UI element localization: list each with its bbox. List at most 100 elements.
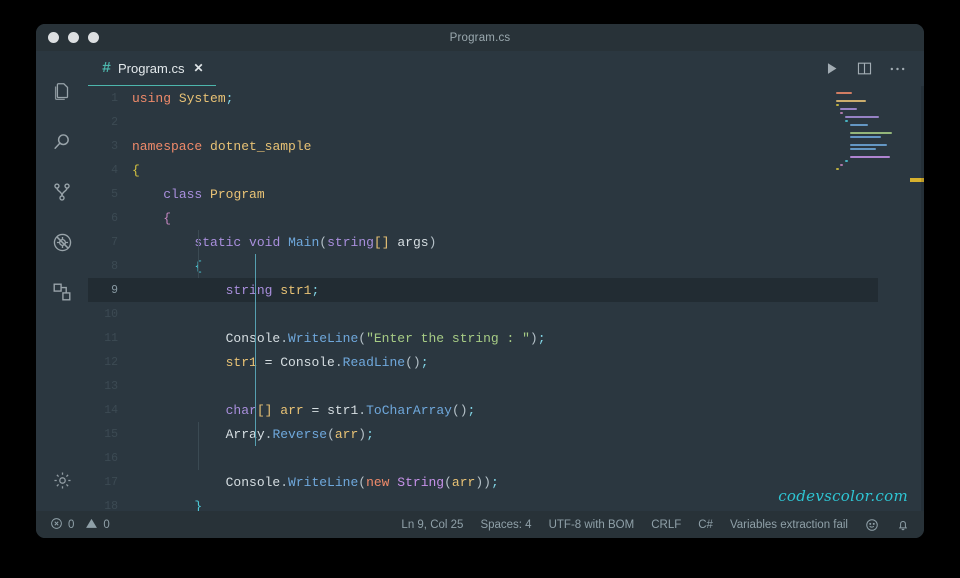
status-encoding[interactable]: UTF-8 with BOM [549, 519, 635, 531]
line-content: class Program [132, 187, 265, 202]
line-content: Array.Reverse(arr); [132, 427, 374, 442]
line-number: 9 [88, 284, 132, 297]
code-line[interactable]: 5 class Program [88, 182, 878, 206]
line-number: 14 [88, 404, 132, 417]
code-token: ; [366, 427, 374, 442]
line-content: static void Main(string[] args) [132, 235, 436, 250]
more-actions-button[interactable] [889, 65, 906, 73]
code-token: args [397, 235, 428, 250]
code-line[interactable]: 16 [88, 446, 878, 470]
code-token: Array [226, 427, 265, 442]
line-number: 11 [88, 332, 132, 345]
code-line[interactable]: 12 str1 = Console.ReadLine(); [88, 350, 878, 374]
code-token: ( [444, 475, 452, 490]
manage-settings-button[interactable] [36, 455, 88, 505]
line-number: 18 [88, 500, 132, 512]
code-lines[interactable]: 1using System; 2 3namespace dotnet_sample4… [88, 86, 878, 511]
code-token: str1 [226, 355, 257, 370]
status-problems[interactable]: 0 0 [50, 517, 110, 533]
code-line[interactable]: 10 [88, 302, 878, 326]
indent-guide [198, 422, 199, 470]
window-title-bar: Program.cs [36, 24, 924, 51]
line-content: { [132, 259, 202, 274]
code-token: () [452, 403, 468, 418]
watermark: codevscolor.com [778, 487, 908, 505]
code-line[interactable]: 6 { [88, 206, 878, 230]
code-line[interactable]: 2 [88, 110, 878, 134]
code-line[interactable]: 7 static void Main(string[] args) [88, 230, 878, 254]
line-number: 2 [88, 116, 132, 129]
sidebar-item-search[interactable] [36, 117, 88, 167]
code-line[interactable]: 8 { [88, 254, 878, 278]
code-editor[interactable]: 1using System; 2 3namespace dotnet_sample4… [88, 86, 924, 511]
sidebar-item-extensions[interactable] [36, 267, 88, 317]
line-number: 5 [88, 188, 132, 201]
code-line[interactable]: 13 [88, 374, 878, 398]
minimize-window-button[interactable] [68, 32, 79, 43]
source-control-branch-icon [51, 181, 73, 203]
code-line[interactable]: 17 Console.WriteLine(new String(arr)); [88, 470, 878, 494]
code-token [132, 499, 194, 512]
code-token: ) [358, 427, 366, 442]
code-token [132, 283, 226, 298]
code-token: "Enter the string : " [366, 331, 530, 346]
status-line-endings[interactable]: CRLF [651, 519, 681, 531]
code-line[interactable]: 15 Array.Reverse(arr); [88, 422, 878, 446]
code-token: Console [226, 475, 281, 490]
maximize-window-button[interactable] [88, 32, 99, 43]
status-language-mode[interactable]: C# [698, 519, 713, 531]
code-line[interactable]: 3namespace dotnet_sample [88, 134, 878, 158]
editor-scrollbar[interactable] [921, 86, 924, 511]
active-indent-guide [255, 278, 256, 422]
extensions-icon [51, 281, 73, 303]
code-token: str1 [327, 403, 358, 418]
status-cursor-position[interactable]: Ln 9, Col 25 [401, 519, 463, 531]
error-count: 0 [68, 519, 74, 531]
split-editor-button[interactable] [856, 60, 873, 77]
code-token: char [226, 403, 257, 418]
sidebar-item-explorer[interactable] [36, 67, 88, 117]
code-token: [] [374, 235, 390, 250]
status-notice[interactable]: Variables extraction fail [730, 519, 848, 531]
code-token: string [226, 283, 273, 298]
code-token: . [280, 475, 288, 490]
bell-icon[interactable] [896, 518, 910, 532]
activity-bar [36, 51, 88, 511]
line-number: 7 [88, 236, 132, 249]
close-window-button[interactable] [48, 32, 59, 43]
code-token: ( [319, 235, 327, 250]
line-number: 12 [88, 356, 132, 369]
sidebar-item-run-and-debug[interactable] [36, 217, 88, 267]
code-token: Console [280, 355, 335, 370]
code-token: string [327, 235, 374, 250]
code-token: class [163, 187, 202, 202]
code-line[interactable]: 1using System; [88, 86, 878, 110]
close-icon[interactable]: ✕ [193, 62, 203, 74]
tab-program-cs[interactable]: # Program.cs ✕ [88, 51, 216, 86]
code-token: ToCharArray [366, 403, 452, 418]
code-token: ; [421, 355, 429, 370]
code-line[interactable]: 9 string str1; [88, 278, 878, 302]
code-token [132, 211, 163, 226]
gear-icon [52, 470, 73, 491]
code-line[interactable]: 18 } [88, 494, 878, 511]
vscode-window: Program.cs [36, 24, 924, 538]
line-content: } [132, 499, 202, 512]
status-indentation[interactable]: Spaces: 4 [480, 519, 531, 531]
code-line[interactable]: 11 Console.WriteLine("Enter the string :… [88, 326, 878, 350]
line-content: str1 = Console.ReadLine(); [132, 355, 429, 370]
code-token: [] [257, 403, 273, 418]
code-line[interactable]: 14 char[] arr = str1.ToCharArray(); [88, 398, 878, 422]
code-token: () [405, 355, 421, 370]
line-content: { [132, 211, 171, 226]
code-token: str1 [280, 283, 311, 298]
code-token: ; [538, 331, 546, 346]
code-token: ( [358, 331, 366, 346]
code-line[interactable]: 4{ [88, 158, 878, 182]
line-number: 1 [88, 92, 132, 105]
run-code-button[interactable] [823, 60, 840, 77]
code-token [202, 187, 210, 202]
feedback-smiley-icon[interactable] [865, 518, 879, 532]
line-content: { [132, 163, 140, 178]
sidebar-item-source-control[interactable] [36, 167, 88, 217]
